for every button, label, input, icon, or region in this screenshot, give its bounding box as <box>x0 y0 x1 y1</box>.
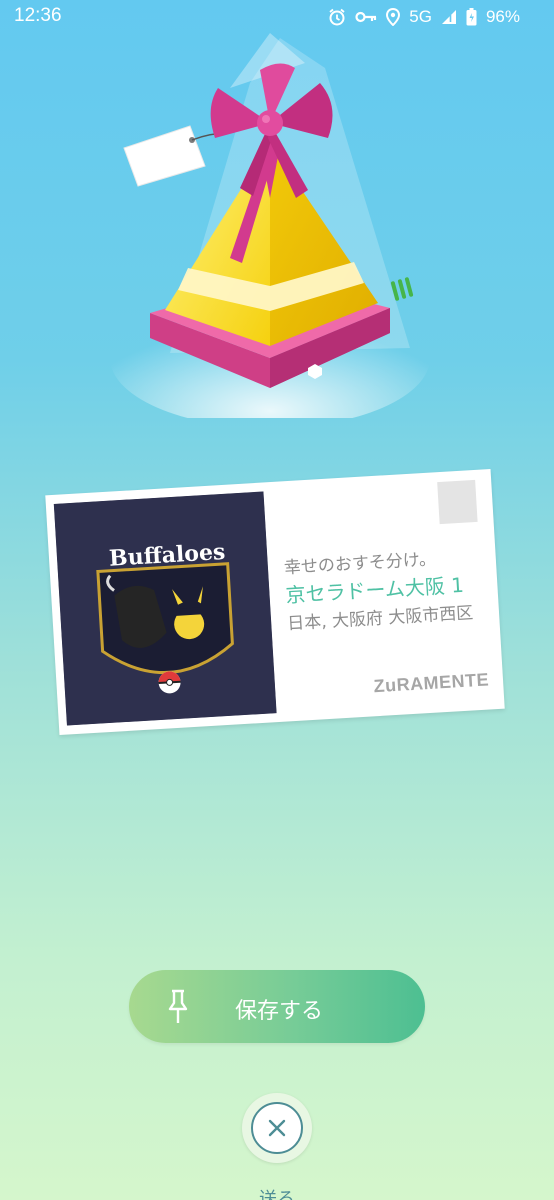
close-icon <box>268 1119 286 1137</box>
location-icon <box>386 8 401 26</box>
alarm-icon <box>329 8 345 26</box>
signal-icon <box>441 10 456 24</box>
battery-icon <box>466 8 477 26</box>
save-label: 保存する <box>234 999 323 1024</box>
postcard[interactable]: Buffaloes 幸せのおすそ分け。 京セラドーム大阪 1 日本, 大阪府 大… <box>45 468 505 736</box>
gift-icon <box>110 28 430 428</box>
save-button[interactable]: 保存する <box>129 970 425 1043</box>
stamp-box <box>437 479 478 525</box>
status-time: 12:36 <box>14 5 62 26</box>
battery-level: 96% <box>485 7 520 26</box>
postcard-photo: Buffaloes <box>53 491 277 726</box>
close-button[interactable] <box>242 1093 312 1163</box>
bottom-label[interactable]: 送る <box>0 1186 554 1200</box>
network-type: 5G <box>409 7 432 26</box>
vpn-key-icon <box>355 11 377 23</box>
status-icons: 5G 96% <box>328 4 520 30</box>
close-inner <box>251 1102 303 1154</box>
postcard-sender: ZuRAMENTE <box>373 669 490 697</box>
